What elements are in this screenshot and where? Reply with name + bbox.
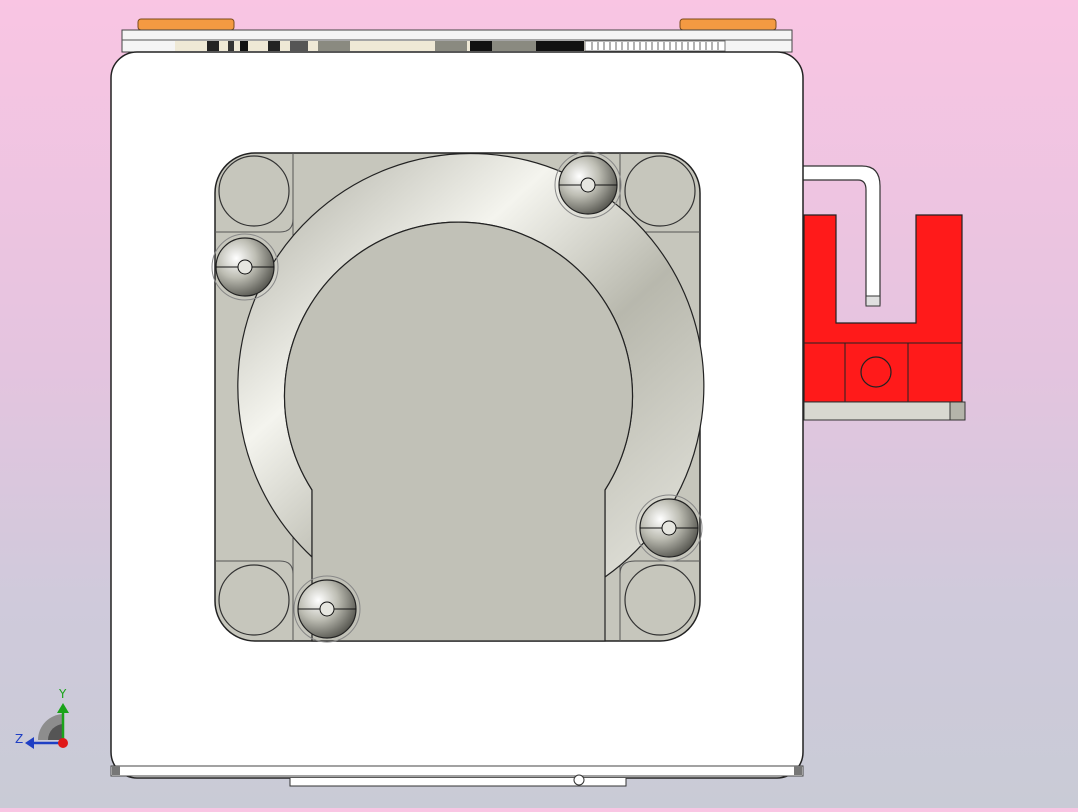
motor-plate [214, 152, 705, 642]
cad-viewport[interactable]: Y Z [0, 0, 1078, 808]
ball-left [211, 233, 279, 301]
top-rail [121, 18, 793, 53]
ball-bottom [293, 575, 361, 643]
rotor-disc [283, 221, 634, 642]
bracket-hole [860, 356, 892, 388]
ball-right [635, 494, 703, 562]
x-axis-dot [58, 738, 68, 748]
orange-pad-right [679, 18, 777, 31]
side-bracket [801, 165, 966, 421]
ball-top [554, 151, 622, 219]
z-axis-label: Z [15, 732, 24, 746]
cad-model-view[interactable] [0, 0, 1078, 808]
orange-pad-left [137, 18, 235, 31]
y-axis-label: Y [59, 687, 67, 701]
orientation-triad[interactable] [25, 703, 69, 749]
